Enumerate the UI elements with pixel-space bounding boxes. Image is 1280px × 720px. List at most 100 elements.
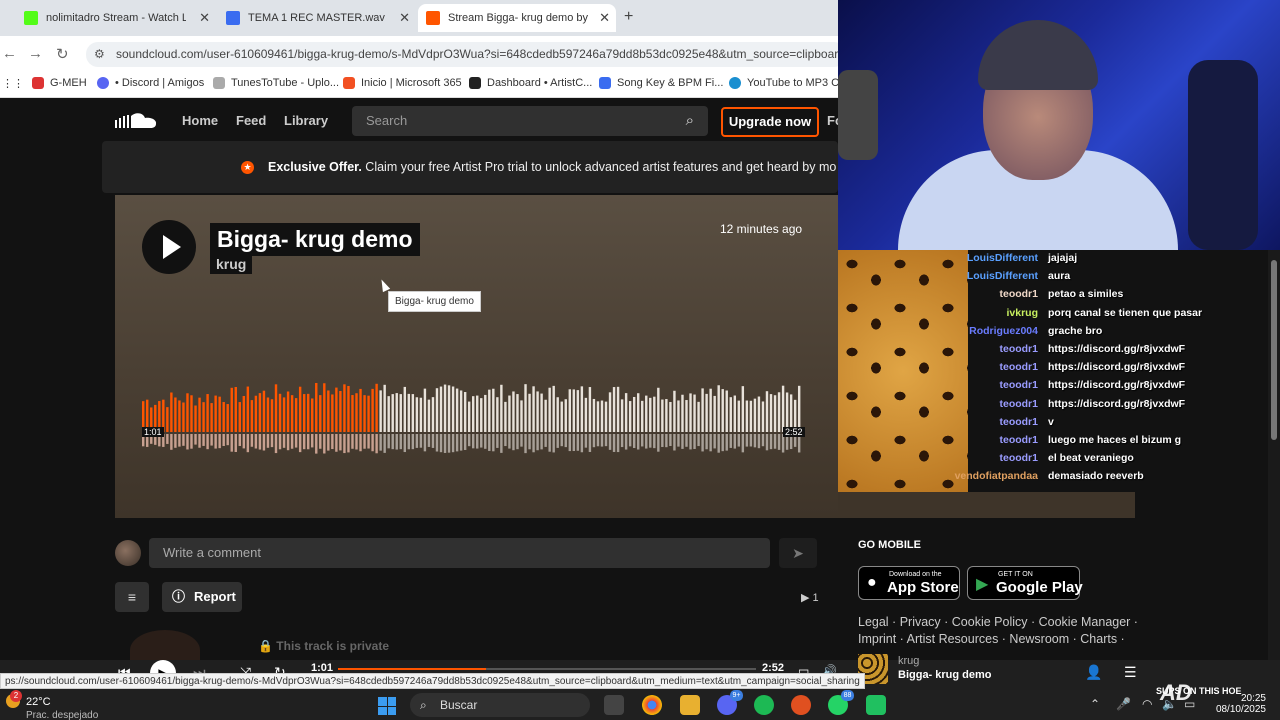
waveform-reflection xyxy=(431,434,435,448)
windows-start-icon[interactable] xyxy=(378,697,396,715)
send-icon[interactable]: ➤ xyxy=(779,538,817,568)
waveform-reflection xyxy=(222,434,225,446)
footer-links-1[interactable]: Legal · Privacy · Cookie Policy · Cookie… xyxy=(858,615,1138,629)
fl-studio-icon[interactable] xyxy=(791,695,811,715)
microphone xyxy=(838,70,878,160)
bookmark-songkey[interactable]: Song Key & BPM Fi... xyxy=(599,77,723,89)
tab-kick[interactable]: nolimitadro Stream - Watch Liv ✕ xyxy=(16,4,216,32)
taskbar-search[interactable]: ⌕ Buscar xyxy=(410,693,590,717)
whatsapp-badge: 88 xyxy=(841,690,854,701)
waveform-bar xyxy=(262,390,266,432)
waveform[interactable] xyxy=(142,380,802,460)
waveform-reflection xyxy=(733,434,736,449)
app-icon[interactable] xyxy=(866,695,886,715)
waveform-reflection xyxy=(343,434,346,454)
play-button[interactable] xyxy=(142,220,196,274)
waveform-reflection xyxy=(689,434,692,450)
waveform-reflection xyxy=(528,434,531,450)
search-input[interactable]: Search ⌕ xyxy=(352,106,708,136)
bookmark-microsoft[interactable]: Inicio | Microsoft 365 xyxy=(343,77,462,89)
waveform-reflection xyxy=(777,434,781,450)
close-icon[interactable]: ✕ xyxy=(599,10,610,26)
bookmark-ytmp3[interactable]: YouTube to MP3 Co xyxy=(729,77,845,89)
track-artist[interactable]: krug xyxy=(210,254,253,274)
comment-input[interactable]: Write a comment xyxy=(149,538,770,568)
waveform-reflection xyxy=(532,434,535,453)
weather-desc[interactable]: Prac. despejado xyxy=(26,710,98,720)
bookmark-discord[interactable]: • Discord | Amigos xyxy=(97,77,204,89)
nav-feed[interactable]: Feed xyxy=(236,113,266,128)
waveform-reflection xyxy=(323,434,326,454)
scrollbar[interactable] xyxy=(1268,250,1280,660)
bookmark-tunestotube[interactable]: TunesToTube - Uplo... xyxy=(213,77,339,89)
mouse-cursor-icon xyxy=(377,277,391,293)
kick-icon xyxy=(24,11,38,25)
url-field[interactable]: ⚙ soundcloud.com/user-610609461/bigga-kr… xyxy=(86,42,846,67)
task-view-icon[interactable] xyxy=(604,695,624,715)
scrollbar-thumb[interactable] xyxy=(1271,260,1277,440)
waveform-reflection xyxy=(395,434,398,450)
nav-library[interactable]: Library xyxy=(284,113,328,128)
track-hero: Bigga- krug demo krug 12 minutes ago Big… xyxy=(115,195,838,518)
add-to-queue-button[interactable]: ≡ xyxy=(115,582,149,612)
file-explorer-icon[interactable] xyxy=(680,695,700,715)
new-tab-icon[interactable]: + xyxy=(624,8,633,26)
hero-extension xyxy=(838,492,1135,518)
close-icon[interactable]: ✕ xyxy=(199,10,210,26)
waveform-reflection xyxy=(508,434,511,449)
file-icon xyxy=(226,11,240,25)
search-icon[interactable]: ⌕ xyxy=(686,106,694,136)
progress-bar[interactable] xyxy=(338,668,756,670)
app-store-button[interactable]: ● Download on the App Store xyxy=(858,566,960,600)
footer-links-2[interactable]: Imprint · Artist Resources · Newsroom · … xyxy=(858,632,1138,646)
follow-icon[interactable]: 👤 xyxy=(1085,664,1102,681)
waveform-bar xyxy=(258,393,262,432)
apps-icon[interactable]: ⋮⋮ xyxy=(2,77,24,90)
weather-temp[interactable]: 22°C xyxy=(26,696,51,708)
bookmark-artistcenter[interactable]: Dashboard • ArtistC... xyxy=(469,77,592,89)
now-playing-title[interactable]: Bigga- krug demo xyxy=(898,669,992,681)
clock[interactable]: 20:25 08/10/2025 xyxy=(1212,693,1266,715)
offer-banner[interactable]: ★ Exclusive Offer. Claim your free Artis… xyxy=(102,141,838,193)
report-button[interactable]: ⓘ Report xyxy=(162,582,242,612)
waveform-reflection xyxy=(520,434,523,447)
microphone-icon[interactable]: 🎤 xyxy=(1116,697,1131,711)
tab-wav[interactable]: TEMA 1 REC MASTER.wav ✕ xyxy=(218,4,416,32)
waveform-reflection xyxy=(242,434,246,449)
reload-icon[interactable]: ↻ xyxy=(56,45,69,63)
waveform-reflection xyxy=(331,434,334,450)
now-playing-artist[interactable]: krug xyxy=(898,655,919,667)
forward-icon[interactable]: → xyxy=(28,45,43,62)
waveform-duration: 2:52 xyxy=(783,427,805,437)
upload-time: 12 minutes ago xyxy=(720,222,803,236)
waveform-bar xyxy=(705,393,708,432)
waveform-reflection xyxy=(472,434,475,449)
waveform-bar xyxy=(612,387,616,432)
spotify-icon[interactable] xyxy=(754,695,774,715)
waveform-reflection xyxy=(375,434,378,454)
back-icon[interactable]: ← xyxy=(2,45,17,62)
bookmark-icon xyxy=(213,77,225,89)
waveform-reflection xyxy=(315,434,318,454)
close-icon[interactable]: ✕ xyxy=(399,10,410,26)
bookmark-gmeh[interactable]: G-MEH xyxy=(32,77,87,89)
waveform-reflection xyxy=(697,434,700,447)
waveform-reflection xyxy=(721,434,724,452)
chevron-up-icon[interactable]: ⌃ xyxy=(1090,697,1100,711)
waveform-bar xyxy=(226,404,229,432)
waveform-reflection xyxy=(476,434,479,449)
waveform-bar xyxy=(628,401,632,432)
chrome-icon[interactable] xyxy=(642,695,662,715)
queue-icon[interactable]: ☰ xyxy=(1124,664,1137,681)
google-play-button[interactable]: ▶ GET IT ON Google Play xyxy=(967,566,1083,600)
waveform-bar xyxy=(343,384,346,432)
soundcloud-logo-icon[interactable] xyxy=(115,112,157,130)
site-info-icon[interactable]: ⚙ xyxy=(94,42,105,67)
avatar[interactable] xyxy=(115,540,141,566)
waveform-bar xyxy=(749,400,753,432)
upgrade-button[interactable]: Upgrade now xyxy=(721,107,819,137)
waveform-bar xyxy=(516,394,519,432)
tab-soundcloud[interactable]: Stream Bigga- krug demo by k ✕ xyxy=(418,4,616,32)
wifi-icon[interactable]: ◠ xyxy=(1142,697,1152,711)
nav-home[interactable]: Home xyxy=(182,113,218,128)
